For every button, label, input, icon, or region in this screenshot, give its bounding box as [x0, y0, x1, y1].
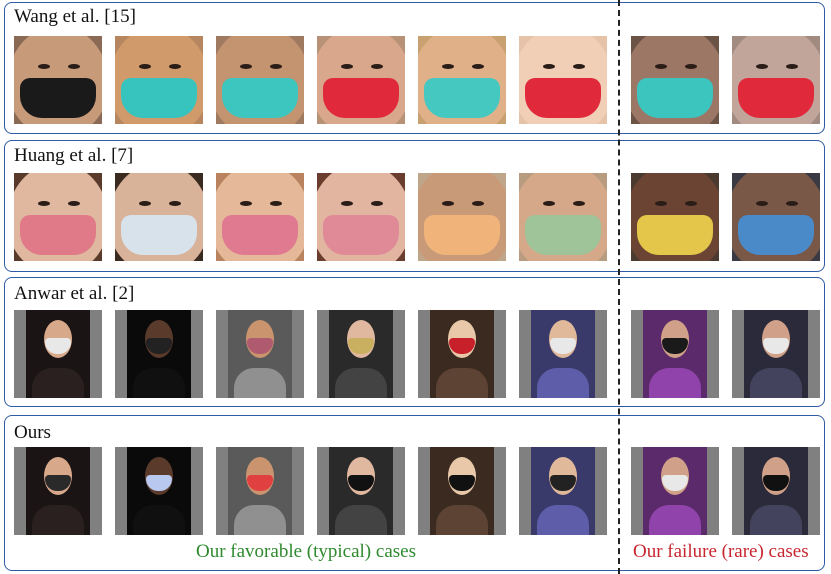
face-image [14, 310, 102, 398]
face-image [519, 447, 607, 535]
panel-title-huang: Huang et al. [7] [14, 145, 134, 166]
face-image [732, 36, 820, 124]
face-image [631, 310, 719, 398]
face-image [519, 36, 607, 124]
face-image [732, 447, 820, 535]
face-image [115, 310, 203, 398]
face-image [418, 36, 506, 124]
failure-cases-caption: Our failure (rare) cases [633, 541, 809, 562]
face-image [115, 173, 203, 261]
face-image [14, 447, 102, 535]
face-image [317, 447, 405, 535]
face-image [216, 173, 304, 261]
face-image [317, 310, 405, 398]
face-image [732, 173, 820, 261]
face-image [14, 36, 102, 124]
panel-title-anwar: Anwar et al. [2] [14, 283, 135, 304]
face-image [418, 310, 506, 398]
face-image [631, 447, 719, 535]
face-image [115, 447, 203, 535]
panel-title-wang: Wang et al. [15] [14, 6, 136, 27]
face-image [418, 173, 506, 261]
face-image [317, 173, 405, 261]
face-image [216, 447, 304, 535]
face-image [317, 36, 405, 124]
face-image [14, 173, 102, 261]
face-image [418, 447, 506, 535]
face-image [216, 310, 304, 398]
face-image [519, 173, 607, 261]
face-image [732, 310, 820, 398]
panel-title-ours: Ours [14, 422, 51, 443]
face-image [216, 36, 304, 124]
face-image [115, 36, 203, 124]
typical-failure-divider [618, 0, 620, 574]
favorable-cases-caption: Our favorable (typical) cases [196, 541, 416, 562]
face-image [631, 173, 719, 261]
face-image [631, 36, 719, 124]
face-image [519, 310, 607, 398]
